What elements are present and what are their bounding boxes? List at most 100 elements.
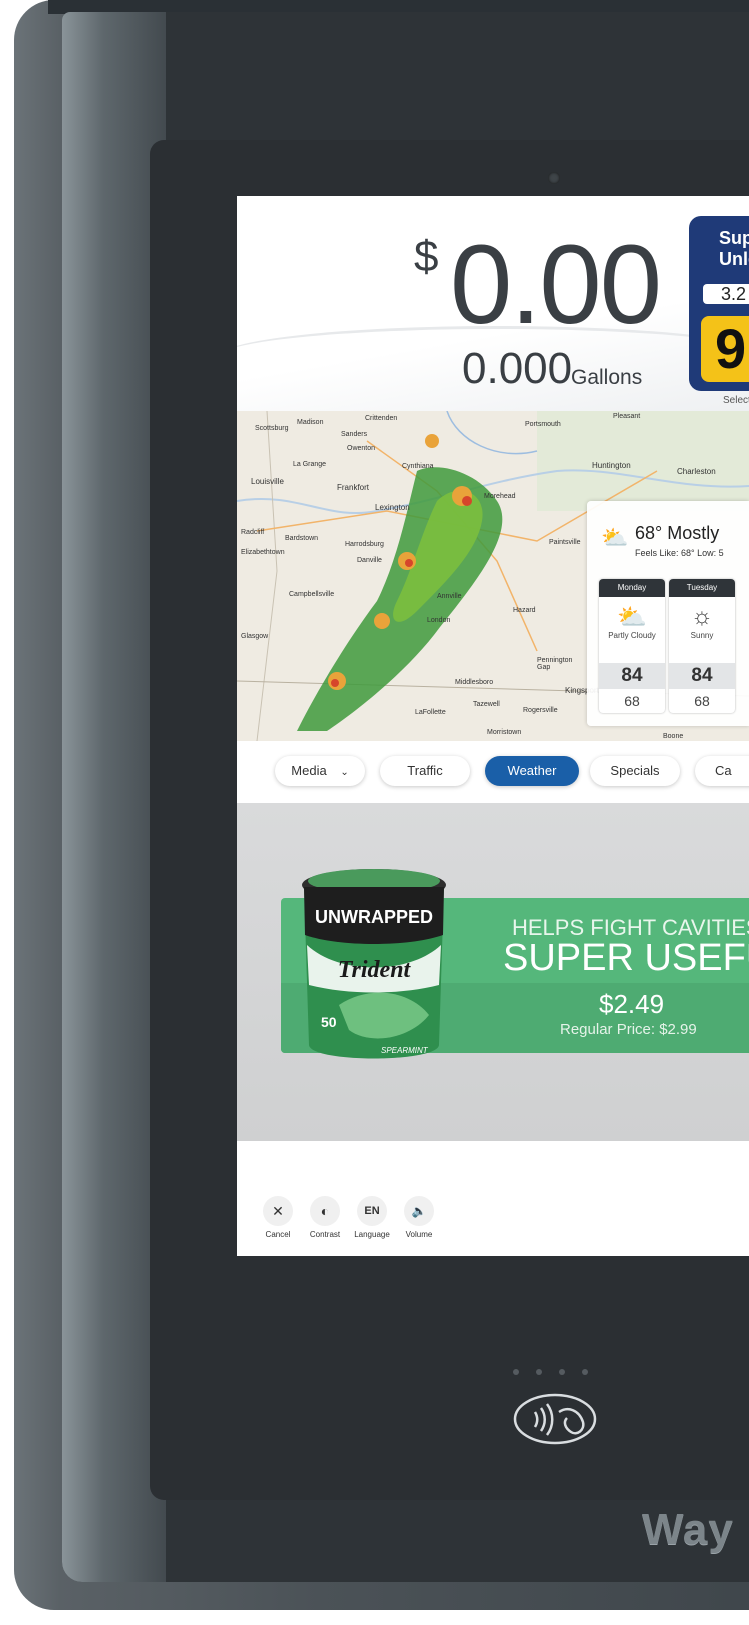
contrast-icon: ◐ bbox=[310, 1196, 340, 1226]
map-label: Tazewell bbox=[473, 701, 500, 708]
map-label: Frankfort bbox=[337, 483, 370, 492]
map-label: Crittenden bbox=[365, 415, 398, 422]
volume-mute-icon: 🔈 bbox=[404, 1196, 434, 1226]
tab-label: Specials bbox=[610, 763, 660, 778]
map-label: Madison bbox=[297, 419, 324, 426]
tab-traffic[interactable]: Traffic bbox=[380, 756, 470, 786]
volume-label: Volume bbox=[405, 1230, 433, 1239]
gallons-label: Gallons bbox=[571, 366, 643, 389]
language-button[interactable]: EN Language bbox=[347, 1196, 397, 1239]
map-label: Campbellsville bbox=[289, 591, 335, 598]
map-label: Boone bbox=[663, 733, 684, 740]
status-leds bbox=[511, 1369, 591, 1379]
promo-price: $2.49 bbox=[599, 989, 665, 1019]
brand-logo: Way bbox=[642, 1505, 734, 1554]
product-name: UNWRAPPED bbox=[315, 907, 433, 927]
map-label: Cynthiana bbox=[402, 463, 434, 470]
status-led bbox=[513, 1369, 519, 1375]
product-brand: Trident bbox=[338, 957, 412, 983]
map-label: Lexington bbox=[375, 503, 410, 512]
contactless-icon[interactable] bbox=[513, 1392, 598, 1447]
weather-forecast-card: ⛅ 68° Mostly Feels Like: 68° Low: 5 Mond… bbox=[587, 501, 749, 726]
volume-button[interactable]: 🔈 Volume bbox=[394, 1196, 444, 1239]
map-label: Portsmouth bbox=[525, 421, 561, 428]
tab-more[interactable]: Ca bbox=[695, 756, 749, 786]
map-label: Morehead bbox=[484, 493, 516, 500]
cancel-label: Cancel bbox=[265, 1230, 291, 1239]
tab-label: Traffic bbox=[407, 763, 443, 778]
map-label: Huntington bbox=[592, 461, 631, 470]
map-label: Middlesboro bbox=[455, 679, 494, 686]
weather-radar-map[interactable]: Scottsburg Madison Crittenden Portsmouth… bbox=[237, 411, 749, 741]
map-label: Rogersville bbox=[523, 707, 558, 714]
language-label: Language bbox=[354, 1230, 390, 1239]
map-label: Hazard bbox=[513, 607, 536, 614]
map-label: Owenton bbox=[347, 445, 376, 452]
language-icon: EN bbox=[357, 1196, 387, 1226]
gallons-value: 0.000 bbox=[462, 344, 573, 393]
map-label: Annville bbox=[437, 593, 462, 600]
promo-regular-price: Regular Price: $2.99 bbox=[560, 1021, 697, 1038]
sale-display: $ 0.00 0.000 Gallons Sup Unle 3.2 9 Sele… bbox=[237, 196, 749, 411]
partly-cloudy-icon: ⛅ bbox=[617, 604, 647, 631]
tab-label: Weather bbox=[507, 763, 557, 778]
status-led bbox=[559, 1369, 565, 1375]
contrast-button[interactable]: ◐ Contrast bbox=[300, 1196, 350, 1239]
currency-symbol: $ bbox=[414, 232, 439, 281]
map-label: LaFollette bbox=[415, 709, 446, 716]
tab-label: Ca bbox=[715, 763, 732, 778]
map-label: Harrodsburg bbox=[345, 541, 384, 548]
map-label: Sanders bbox=[341, 431, 368, 438]
tab-media[interactable]: Media ⌄ bbox=[275, 756, 365, 786]
sale-amount: 0.00 bbox=[450, 222, 662, 347]
fuel-grade-price: 3.2 bbox=[703, 284, 749, 304]
forecast-day-name: Tuesday bbox=[669, 579, 735, 597]
bottom-edge bbox=[0, 1610, 749, 1625]
tab-label: Media bbox=[291, 763, 327, 778]
grade-selected-label: Selecte bbox=[723, 395, 749, 406]
product-flavor: SPEARMINT bbox=[381, 1046, 429, 1055]
accessibility-controls: ✕ Cancel ◐ Contrast EN Language 🔈 Volume bbox=[237, 1141, 749, 1256]
map-label: Paintsville bbox=[549, 539, 581, 546]
fuel-grade-name: Sup Unle bbox=[719, 228, 749, 269]
map-label: Radcliff bbox=[241, 529, 265, 536]
content-tab-bar: Media ⌄ Traffic Weather Specials Ca bbox=[237, 741, 749, 803]
touch-screen: $ 0.00 0.000 Gallons Sup Unle 3.2 9 Sele… bbox=[237, 196, 749, 1256]
map-label: Pleasant bbox=[613, 413, 641, 420]
map-label: Louisville bbox=[251, 477, 284, 486]
forecast-condition: Sunny bbox=[690, 631, 714, 640]
fuel-grade-button[interactable]: Sup Unle 3.2 9 bbox=[689, 216, 749, 391]
tab-specials[interactable]: Specials bbox=[590, 756, 680, 786]
cancel-button[interactable]: ✕ Cancel bbox=[253, 1196, 303, 1239]
current-conditions: 68° Mostly bbox=[635, 523, 720, 543]
map-label: Pennington Gap bbox=[537, 657, 573, 671]
forecast-high: 84 bbox=[669, 663, 735, 689]
contrast-label: Contrast bbox=[309, 1230, 341, 1239]
map-label: Charleston bbox=[677, 467, 716, 476]
map-label: Danville bbox=[357, 557, 382, 564]
forecast-condition: Partly Cloudy bbox=[608, 631, 656, 640]
tab-weather[interactable]: Weather bbox=[485, 756, 579, 786]
forecast-high: 84 bbox=[599, 663, 665, 689]
forecast-low: 68 bbox=[694, 693, 710, 709]
octane-badge: 9 bbox=[701, 316, 749, 382]
status-led bbox=[536, 1369, 542, 1375]
forecast-day-name: Monday bbox=[599, 579, 665, 597]
product-image: UNWRAPPED Trident 50 SPEARMINT bbox=[302, 869, 446, 1059]
close-icon: ✕ bbox=[263, 1196, 293, 1226]
partly-cloudy-icon: ⛅ bbox=[601, 525, 629, 550]
promo-title: SUPER USEFU bbox=[503, 937, 749, 979]
map-label: Glasgow bbox=[241, 633, 269, 640]
status-led bbox=[582, 1369, 588, 1375]
forecast-low: 68 bbox=[624, 693, 640, 709]
map-label: Bardstown bbox=[285, 535, 319, 542]
map-label: London bbox=[427, 617, 451, 624]
chevron-down-icon: ⌄ bbox=[340, 767, 349, 778]
map-label: Elizabethtown bbox=[241, 549, 285, 556]
promo-banner[interactable]: HELPS FIGHT CAVITIES SUPER USEFU $2.49 R… bbox=[237, 803, 749, 1141]
map-label: Morristown bbox=[487, 729, 522, 736]
sunny-icon: ☼ bbox=[691, 603, 713, 630]
map-label: La Grange bbox=[293, 461, 327, 468]
forecast-day: Monday ⛅ Partly Cloudy 84 68 bbox=[599, 579, 665, 713]
forecast-day: Tuesday ☼ Sunny 84 68 bbox=[669, 579, 735, 713]
